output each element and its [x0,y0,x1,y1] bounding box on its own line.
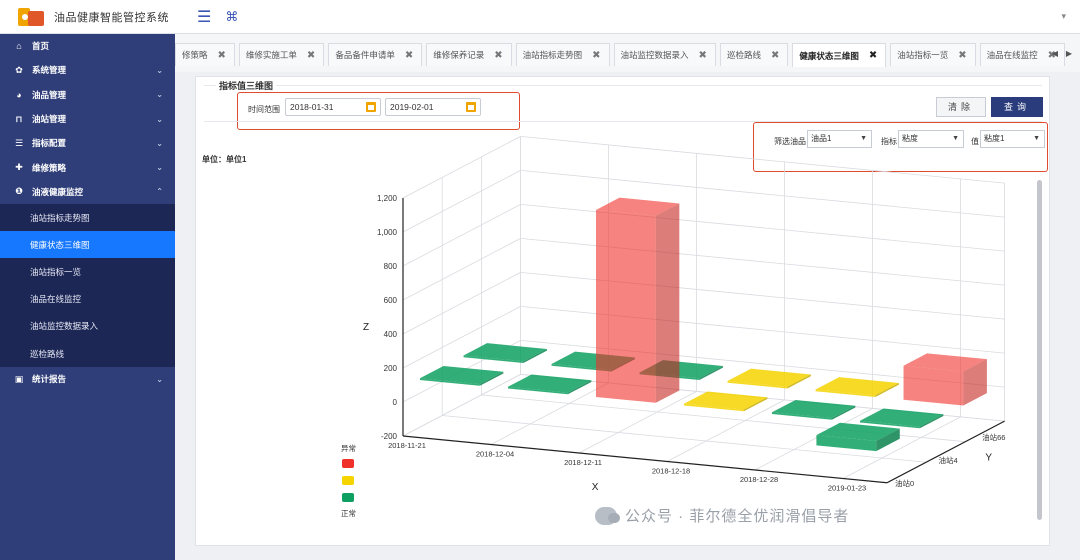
fullscreen-icon[interactable]: ⌘ [225,9,238,25]
chevron-down-icon: ▼ [952,135,959,142]
tab-4[interactable]: 油站指标走势图 ✖ [515,43,610,66]
sidebar-item-label: 油液健康监控 [32,186,84,197]
close-tab-icon[interactable]: ✖ [869,50,877,61]
time-range-label: 时间范围 [248,105,280,114]
close-tab-icon[interactable]: ✖ [771,50,779,61]
drop-icon: ◕ [16,89,22,100]
sidebar-item-report[interactable]: ▣ 统计报告 ⌄ [0,367,175,391]
close-tab-icon[interactable]: ✖ [218,50,226,61]
value-select[interactable]: 粘度1 ▼ [980,130,1045,148]
sidebar-item-label: 统计报告 [32,374,67,385]
sidebar-item-label: 油站管理 [32,114,67,125]
sidebar-item-6[interactable]: ❶ 油液健康监控 ⌃ [0,180,175,204]
sidebar-item-label: 指标配置 [32,138,67,149]
close-tab-icon[interactable]: ✖ [699,50,707,61]
calendar-icon[interactable] [466,102,476,112]
menu-toggle-icon[interactable]: ☰ [197,7,211,27]
chevron-down-icon: ▼ [1033,135,1040,142]
sidebar-subitem-1[interactable]: 健康状态三维图 [0,231,175,259]
sidebar-item-label: 油品管理 [32,89,67,100]
sidebar-item-4[interactable]: ☰ 指标配置 ⌄ [0,131,175,155]
start-date-input[interactable]: 2018-01-31 [285,98,381,116]
app-title: 油品健康智能管控系统 [54,11,169,24]
clear-button[interactable]: 清除 [936,97,986,117]
report-icon: ▣ [14,373,24,384]
tab-0[interactable]: 修策略 ✖ [175,43,235,66]
tab-bar: 修策略 ✖ 维修实施工单 ✖ 备品备件申请单 ✖ 维修保养记录 ✖ 油站指标走势图 ✖ 油站监控数据… [175,34,1080,72]
sidebar-item-5[interactable]: ✚ 维修策略 ⌄ [0,155,175,179]
chevron-down-icon: ⌄ [156,90,163,100]
tab-2[interactable]: 备品备件申请单 ✖ [328,43,423,66]
tab-scroll-left-icon[interactable]: ◀ [1052,49,1058,58]
station-icon: ⊓ [15,113,23,124]
tab-scroll-right-icon[interactable]: ▶ [1066,49,1072,58]
sidebar-subitem-4[interactable]: 油站监控数据录入 [0,313,175,340]
main-panel: 指标值三维图 时间范围 2018-01-31 2019-02-01 清除 查询 … [195,76,1050,546]
vertical-scrollbar[interactable] [1037,180,1042,520]
chevron-down-icon: ⌄ [156,114,163,124]
chevron-up-icon: ⌃ [156,187,163,197]
monitor-icon: ❶ [15,186,23,197]
close-tab-icon[interactable]: ✖ [958,50,966,61]
query-button[interactable]: 查询 [991,97,1043,117]
top-bar: 油品健康智能管控系统 ☰ ⌘ ▾ [0,0,1080,34]
sliders-icon: ☰ [14,137,24,148]
app-logo [18,7,44,26]
sidebar: ⌂ 首页 ✿ 系统管理 ⌄ ◕ 油品管理 ⌄ ⊓ 油站管理 ⌄ ☰ 指标配置 ⌄ ✚ 维修策略 ⌄ ❶ 油液健康监控… [0,34,175,560]
tab-1[interactable]: 维修实施工单 ✖ [238,43,325,66]
indicator-label: 指标 [881,137,897,146]
chevron-down-icon: ⌄ [156,374,163,384]
sidebar-subitem-0[interactable]: 油站指标走势图 [0,204,175,231]
close-tab-icon[interactable]: ✖ [307,50,315,61]
watermark: 公众号 · 菲尔德全优润滑倡导者 [595,505,849,526]
indicator-select[interactable]: 粘度 ▼ [898,130,964,148]
sidebar-subitem-3[interactable]: 油品在线监控 [0,286,175,313]
chevron-down-icon: ⌄ [156,65,163,75]
sidebar-item-1[interactable]: ✿ 系统管理 ⌄ [0,58,175,82]
close-tab-icon[interactable]: ✖ [405,50,413,61]
tab-6[interactable]: 巡检路线 ✖ [719,43,789,66]
sidebar-subitem-5[interactable]: 巡检路线 [0,340,175,367]
unit-label: 单位：单位1 [202,155,247,164]
sidebar-item-0[interactable]: ⌂ 首页 [0,34,175,58]
sidebar-subitem-2[interactable]: 油站指标一览 [0,258,175,285]
user-dropdown-icon[interactable]: ▾ [1061,11,1066,22]
close-tab-icon[interactable]: ✖ [494,50,502,61]
home-icon: ⌂ [16,41,22,52]
filter-oil-label: 筛选油品 [774,137,806,146]
tab-8[interactable]: 油站指标一览 ✖ [890,43,976,66]
calendar-icon[interactable] [366,102,376,112]
tab-3[interactable]: 维修保养记录 ✖ [426,43,512,66]
sidebar-item-label: 维修策略 [32,162,67,173]
sidebar-item-label: 首页 [32,41,50,52]
end-date-input[interactable]: 2019-02-01 [385,98,481,116]
sidebar-item-label: 系统管理 [32,65,67,76]
sidebar-submenu: 油站指标走势图 健康状态三维图 油站指标一览 油品在线监控 油站监控数据录入 巡检路线 [0,204,175,368]
gear-icon: ✿ [15,64,23,75]
chevron-down-icon: ⌄ [156,163,163,173]
value-label: 值 [971,137,979,146]
tab-7[interactable]: 健康状态三维图 ✖ [792,43,887,67]
chevron-down-icon: ⌄ [156,138,163,148]
tool-icon: ✚ [15,162,23,173]
chevron-down-icon: ▼ [860,135,867,142]
sidebar-item-2[interactable]: ◕ 油品管理 ⌄ [0,83,175,107]
tab-5[interactable]: 油站监控数据录入 ✖ [613,43,716,66]
close-tab-icon[interactable]: ✖ [592,50,600,61]
oil-select[interactable]: 油品1 ▼ [807,130,872,148]
panel-title: 指标值三维图 [216,79,277,92]
wechat-icon [595,506,620,525]
sidebar-item-3[interactable]: ⊓ 油站管理 ⌄ [0,107,175,131]
